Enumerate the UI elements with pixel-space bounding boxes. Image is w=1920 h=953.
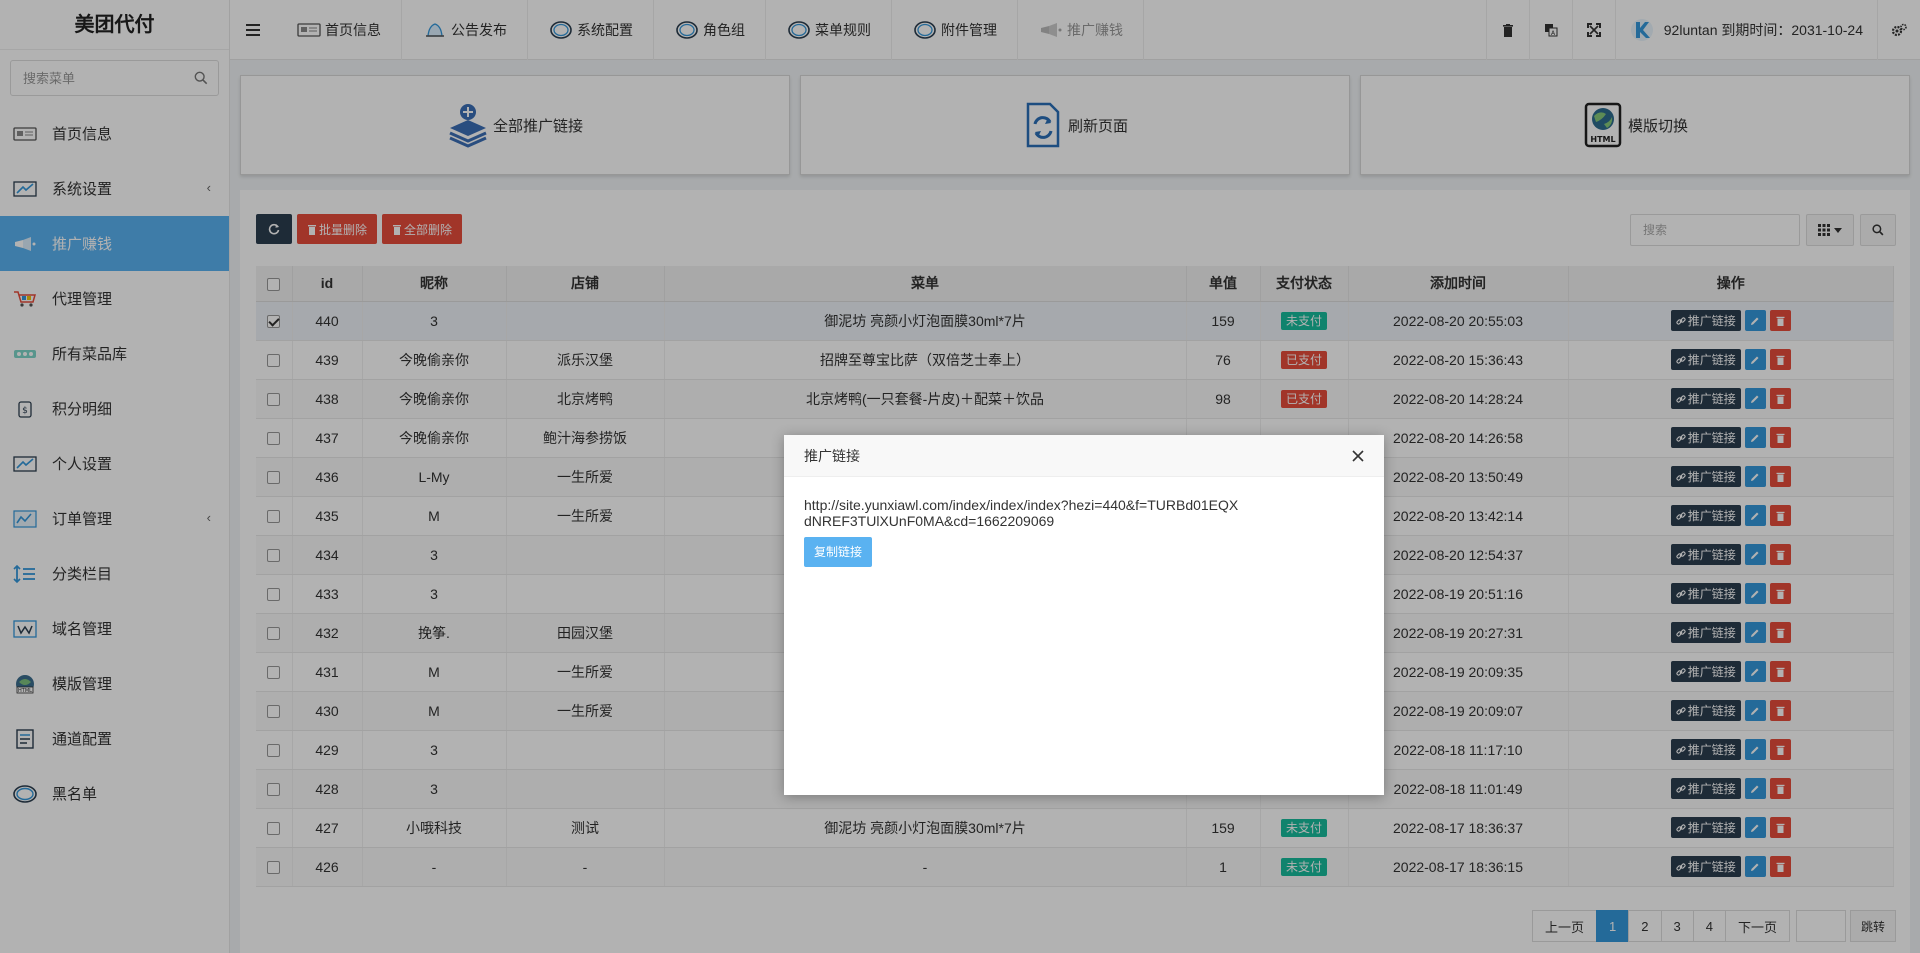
promo-url-text: http://site.yunxiawl.com/index/index/ind… (804, 497, 1239, 529)
dialog-body: http://site.yunxiawl.com/index/index/ind… (784, 477, 1384, 587)
dialog-header: 推广链接 (784, 435, 1384, 477)
close-icon[interactable] (1350, 448, 1366, 464)
dialog-title: 推广链接 (804, 447, 860, 464)
copy-link-button[interactable]: 复制链接 (804, 537, 872, 567)
promo-link-dialog: 推广链接 http://site.yunxiawl.com/index/inde… (784, 435, 1384, 795)
